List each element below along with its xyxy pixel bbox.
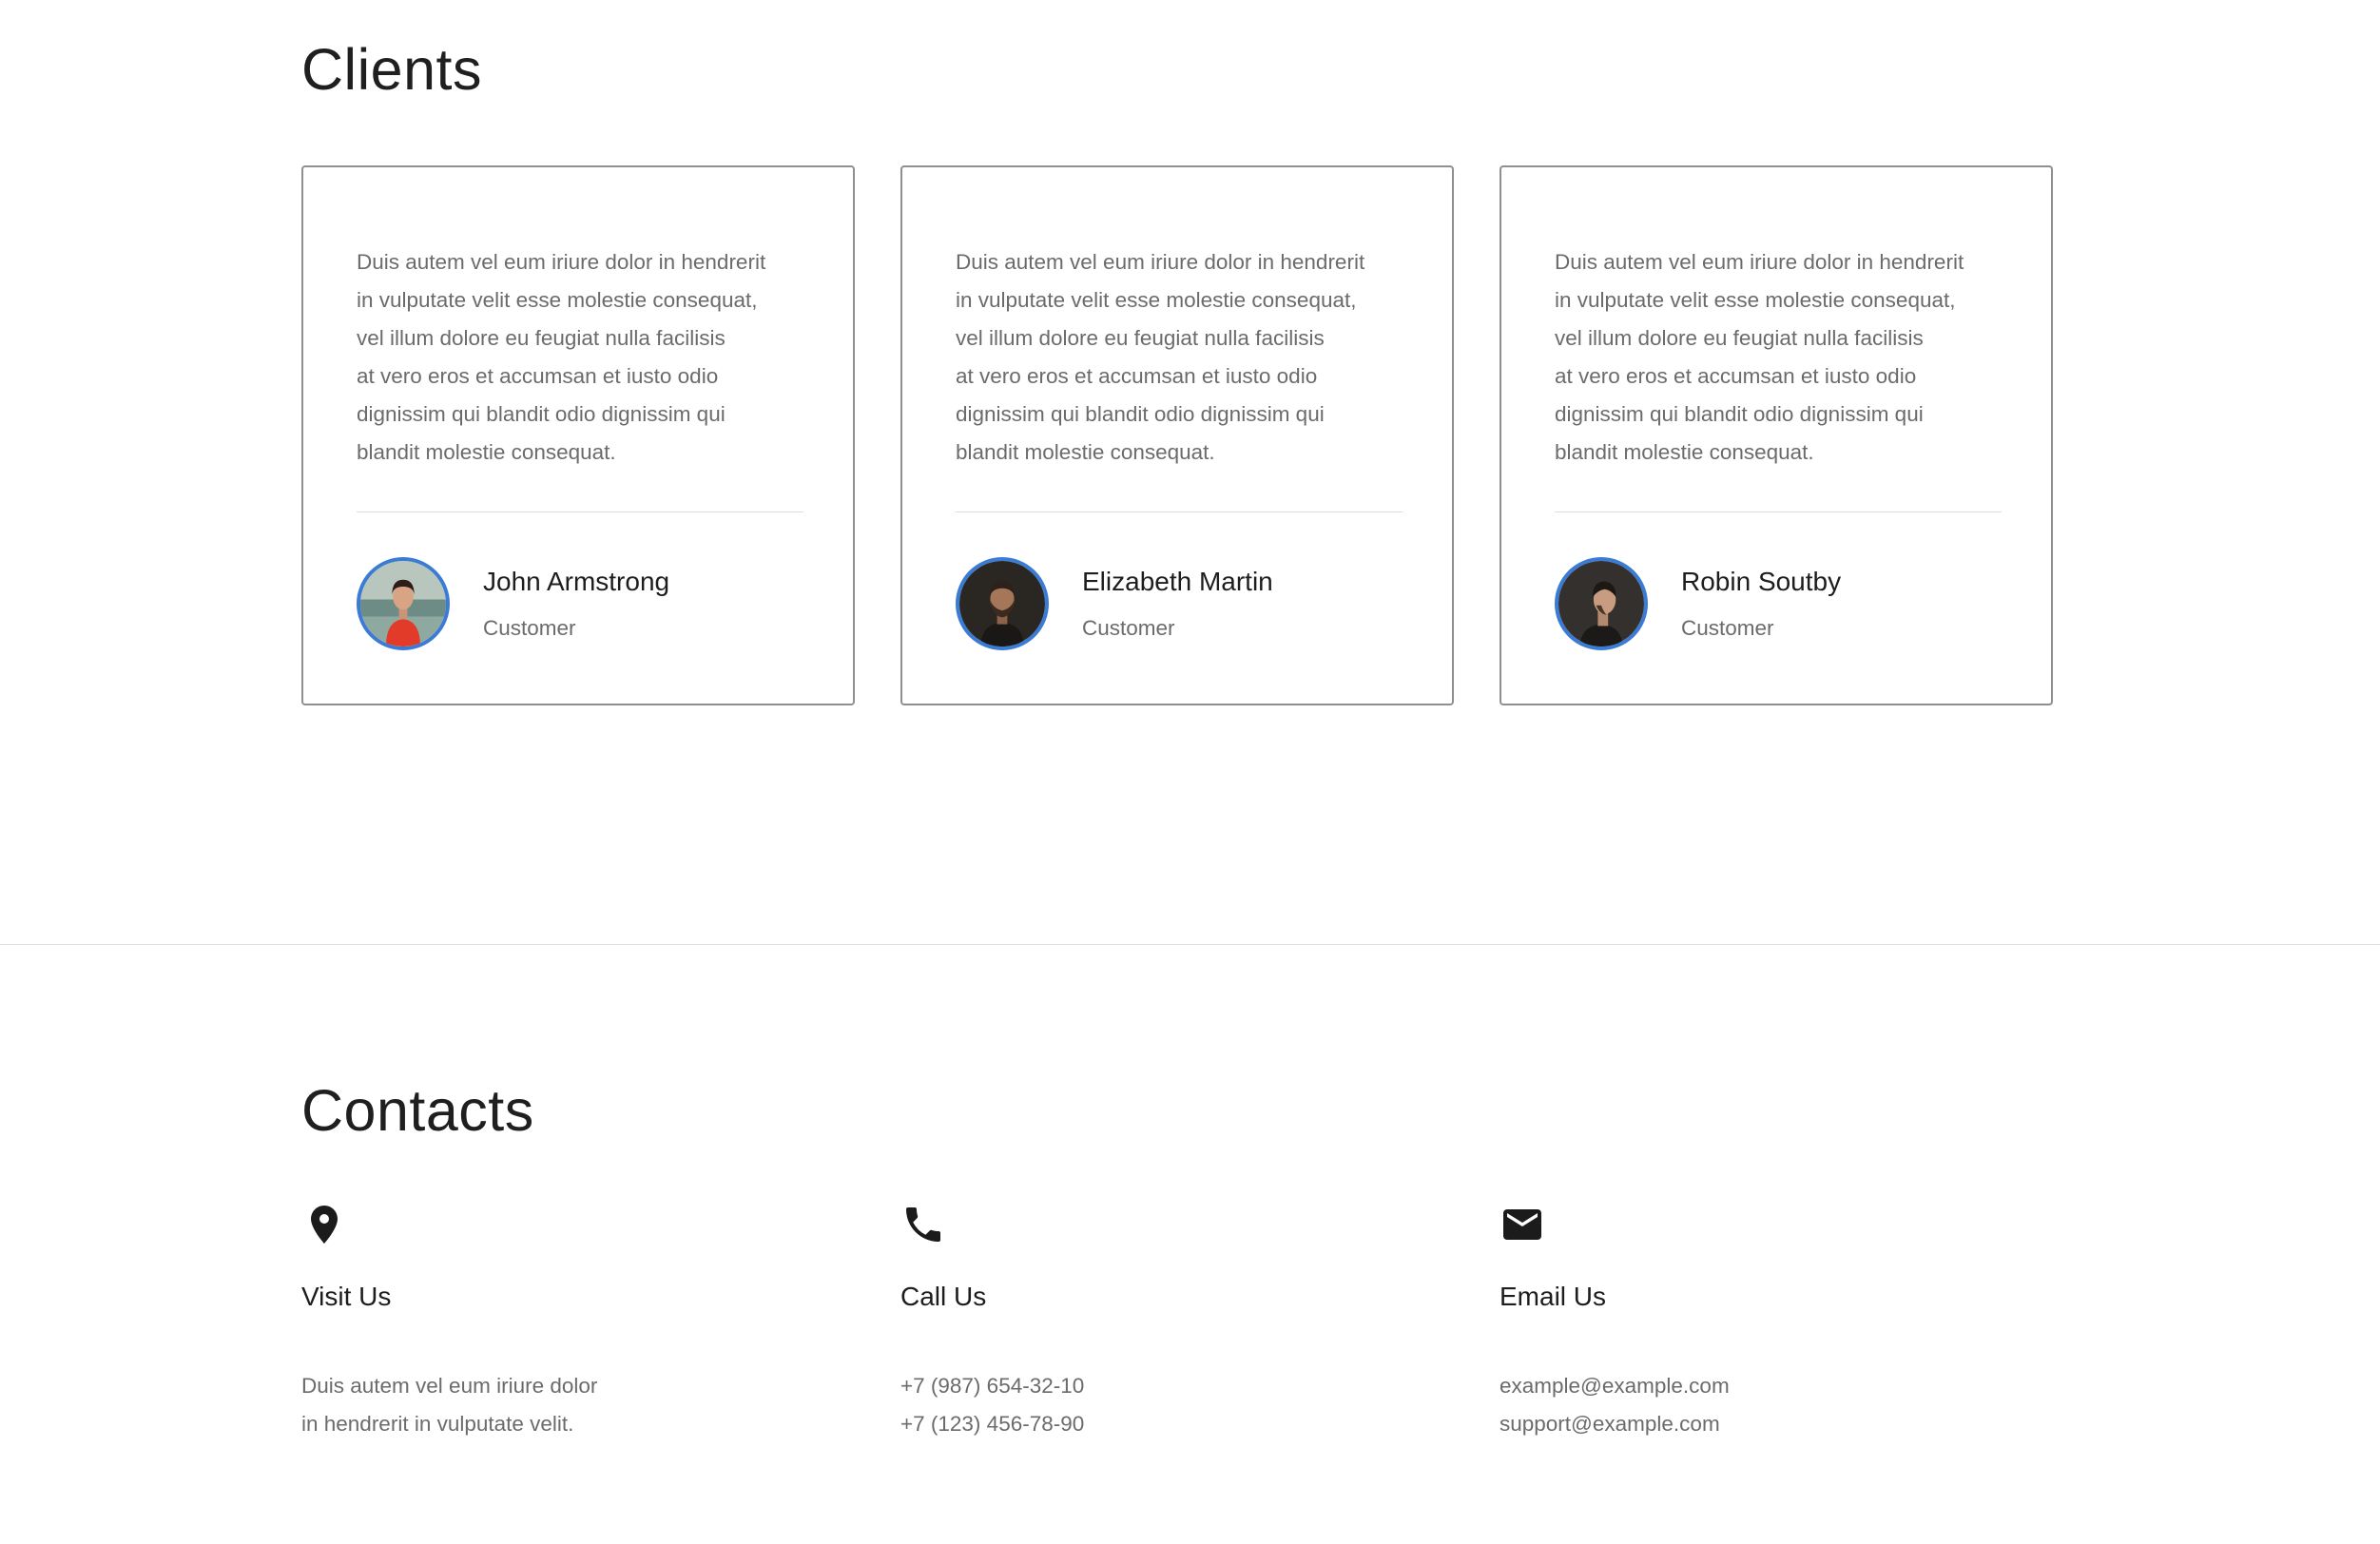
contact-items: Visit Us Duis autem vel eum iriure dolor… xyxy=(301,1202,2054,1449)
contact-visit: Visit Us Duis autem vel eum iriure dolor… xyxy=(301,1202,855,1449)
contact-heading: Call Us xyxy=(900,1282,987,1311)
contact-line: in hendrerit in vulputate velit. xyxy=(301,1412,574,1436)
envelope-icon xyxy=(1500,1202,1545,1247)
phone-icon xyxy=(900,1202,946,1247)
contacts-section: Contacts Visit Us Duis autem vel eum iri… xyxy=(301,0,2054,1544)
contact-details: +7 (987) 654-32-10 +7 (123) 456-78-90 xyxy=(900,1367,1084,1443)
phone-number[interactable]: +7 (987) 654-32-10 xyxy=(900,1367,1084,1405)
contact-call: Call Us +7 (987) 654-32-10 +7 (123) 456-… xyxy=(900,1202,1454,1449)
contact-line: Duis autem vel eum iriure dolor xyxy=(301,1374,598,1398)
contact-heading: Email Us xyxy=(1500,1282,1607,1311)
phone-number[interactable]: +7 (123) 456-78-90 xyxy=(900,1405,1084,1443)
contact-heading: Visit Us xyxy=(301,1282,392,1311)
contact-email: Email Us example@example.com support@exa… xyxy=(1500,1202,2053,1449)
email-link[interactable]: example@example.com xyxy=(1500,1367,1730,1405)
email-link[interactable]: support@example.com xyxy=(1500,1405,1730,1443)
map-pin-icon xyxy=(301,1202,347,1247)
page: Clients Duis autem vel eum iriure dolor … xyxy=(0,0,2380,1544)
contacts-title: Contacts xyxy=(301,1078,534,1143)
contact-details: Duis autem vel eum iriure dolor in hendr… xyxy=(301,1367,597,1443)
contact-details: example@example.com support@example.com xyxy=(1500,1367,1730,1443)
